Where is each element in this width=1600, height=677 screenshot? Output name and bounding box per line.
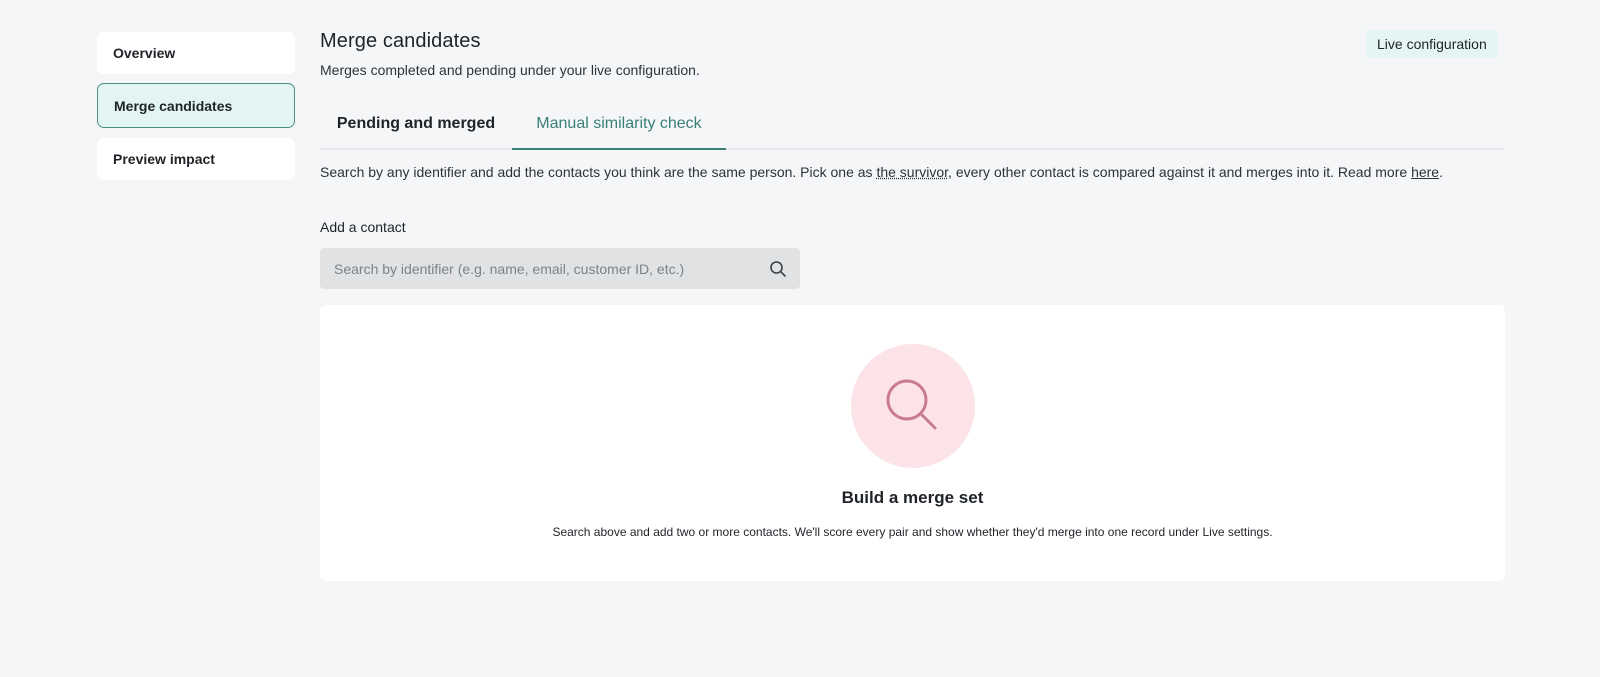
sidebar-item-preview-impact[interactable]: Preview impact [97,138,295,180]
empty-state-title: Build a merge set [841,488,984,507]
instructions-text: Search by any identifier and add the con… [320,162,1510,182]
empty-state-card: Build a merge set Search above and add t… [320,305,1505,581]
tab-manual-similarity-check[interactable]: Manual similarity check [512,100,726,150]
live-configuration-badge: Live configuration [1366,30,1498,58]
empty-state-description: Search above and add two or more contact… [552,525,1273,539]
tab-pending-and-merged[interactable]: Pending and merged [320,100,512,148]
tab-bar: Pending and merged Manual similarity che… [320,100,1505,150]
contact-search-input[interactable] [332,259,768,278]
survivor-term-link[interactable]: the survivor [876,164,948,180]
sidebar-item-label: Preview impact [113,151,215,167]
page-subtitle: Merges completed and pending under your … [320,62,700,78]
sidebar-item-merge-candidates[interactable]: Merge candidates [97,83,295,128]
read-more-link[interactable]: here [1411,164,1439,180]
page-title: Merge candidates [320,30,481,52]
contact-search-field [320,248,800,289]
instructions-text-middle: , every other contact is compared agains… [948,164,1412,180]
instructions-text-start: Search by any identifier and add the con… [320,164,877,180]
sidebar-item-label: Overview [113,45,176,61]
search-icon[interactable] [768,259,788,279]
instructions-text-end: . [1439,164,1443,180]
sidebar: Overview Merge candidates Preview impact [97,32,295,191]
sidebar-item-overview[interactable]: Overview [97,32,295,74]
magnifier-icon [851,344,975,468]
add-contact-label: Add a contact [320,219,406,235]
app-page: Overview Merge candidates Preview impact… [0,0,1600,677]
sidebar-item-label: Merge candidates [114,97,233,114]
